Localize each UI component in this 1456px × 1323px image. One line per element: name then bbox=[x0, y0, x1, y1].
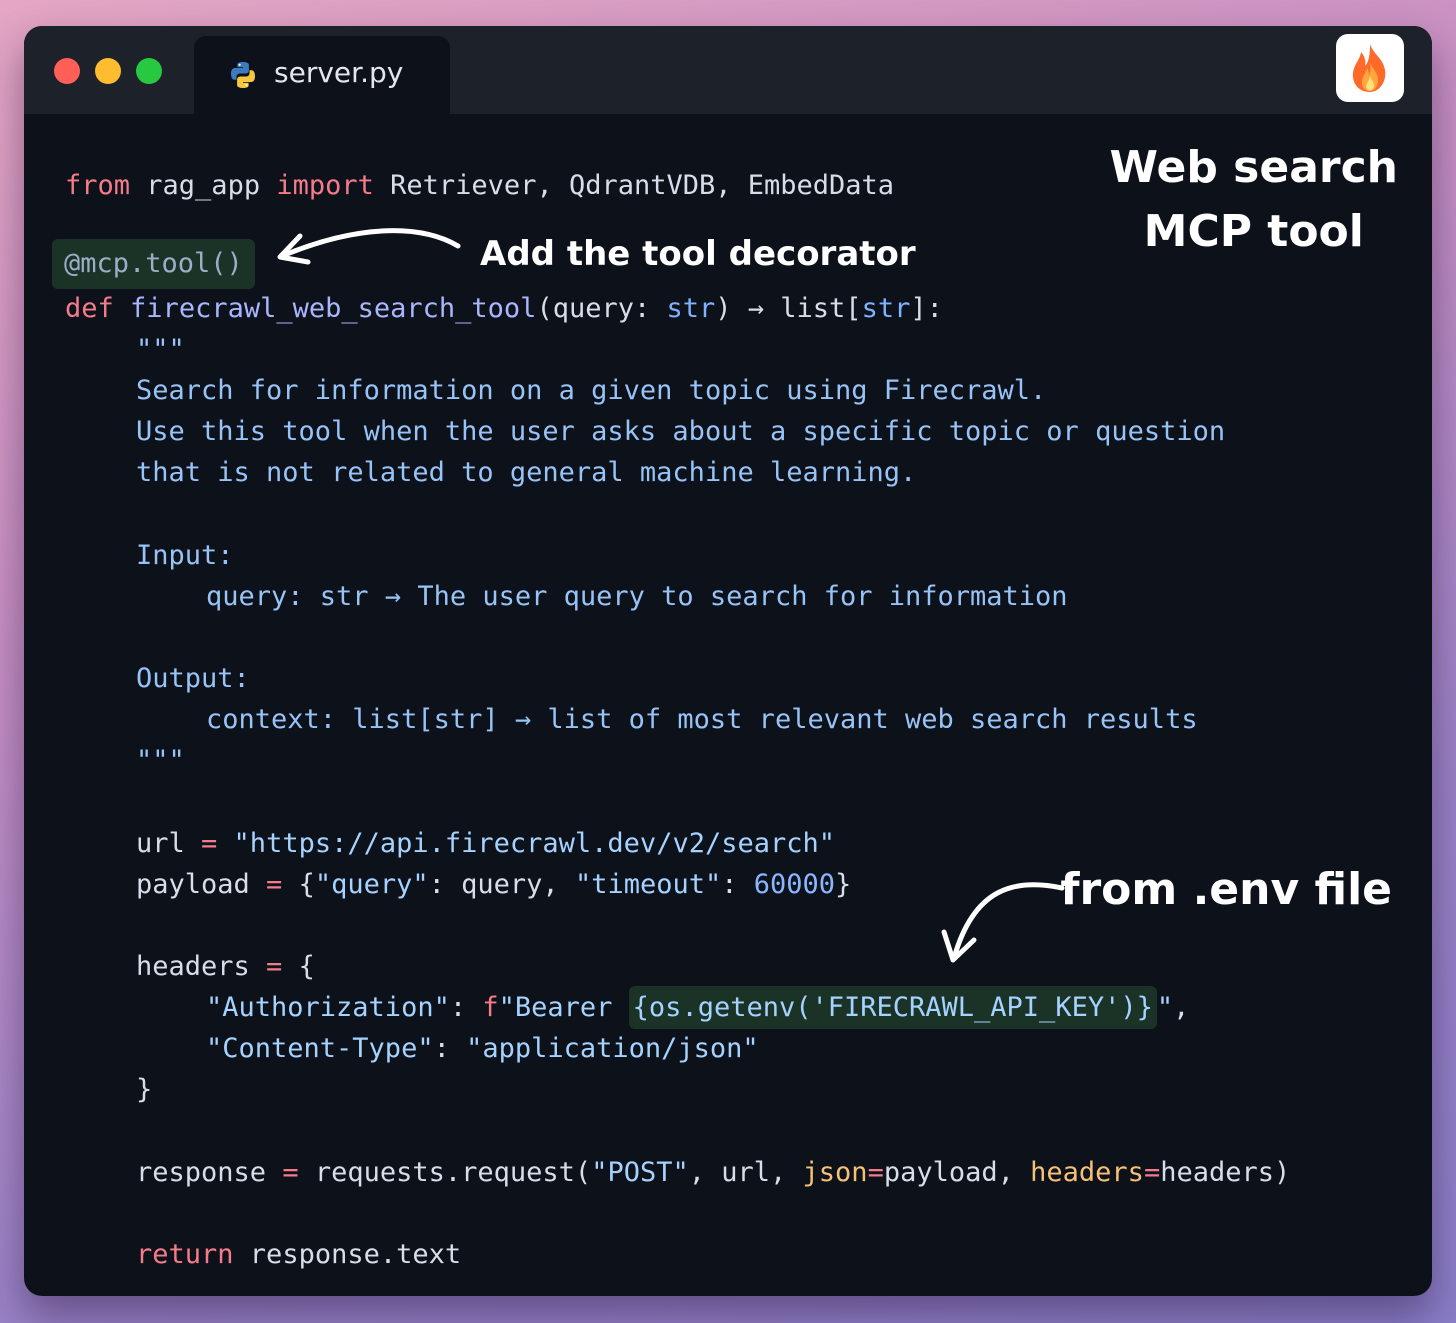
annotation-arrows bbox=[277, 228, 1065, 963]
decorator-arrow-icon bbox=[277, 228, 461, 265]
editor-window: server.py from rag_app import Retriever,… bbox=[24, 26, 1432, 1296]
env-arrow-icon bbox=[941, 882, 1065, 963]
